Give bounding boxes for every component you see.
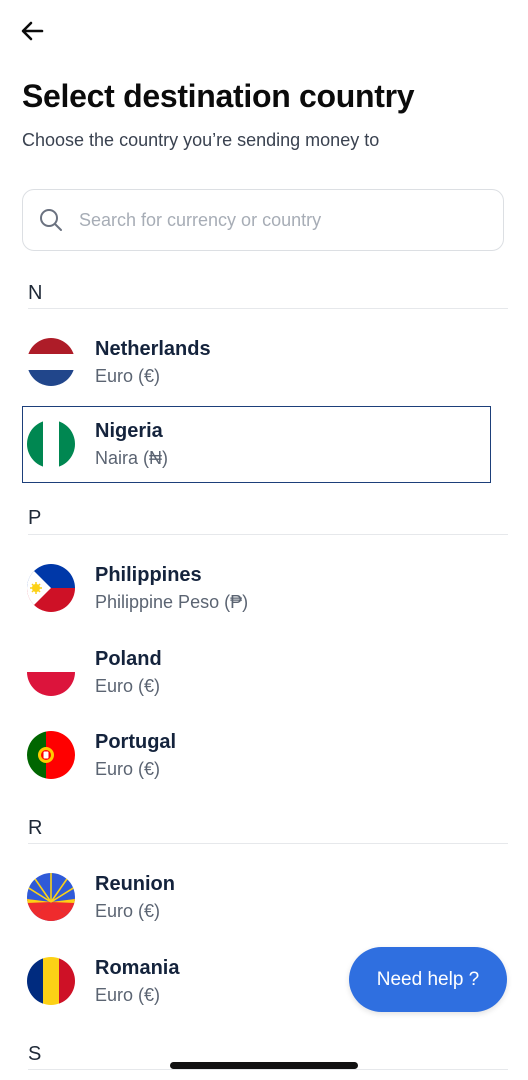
country-name: Poland [95,648,162,670]
back-arrow-icon[interactable] [20,18,46,44]
section-header-r: R [28,817,43,839]
country-name: Philippines [95,564,202,586]
page-subtitle: Choose the country you’re sending money … [22,130,380,150]
country-name: Netherlands [95,338,211,360]
page-title: Select destination country [22,78,415,114]
country-name: Portugal [95,731,177,753]
currency-name: Euro (€) [95,759,161,779]
country-name: Reunion [95,873,175,895]
country-row-portugal[interactable]: Portugal Euro (€) [22,717,492,793]
section-header-n: N [28,282,43,304]
section-divider [28,1069,508,1070]
section-divider [28,308,508,309]
poland-flag-icon [27,648,75,696]
search-input[interactable] [77,208,461,232]
netherlands-flag-icon [27,338,75,386]
currency-name: Euro (€) [95,985,161,1005]
search-icon [40,209,62,231]
portugal-flag-icon [27,731,75,779]
currency-name: Euro (€) [95,366,161,386]
section-header-p: P [28,507,42,529]
country-row-philippines[interactable]: Philippines Philippine Peso (₱) [22,550,492,626]
need-help-button[interactable]: Need help ? [349,947,507,1012]
nigeria-flag-icon [27,420,75,468]
section-divider [28,534,508,535]
section-header-s: S [28,1043,42,1065]
country-row-nigeria[interactable]: Nigeria Naira (₦) [22,406,491,483]
currency-name: Euro (€) [95,676,161,696]
currency-name: Naira (₦) [95,448,169,468]
country-row-netherlands[interactable]: Netherlands Euro (€) [22,324,492,400]
country-name: Nigeria [95,420,163,442]
currency-name: Philippine Peso (₱) [95,592,249,612]
romania-flag-icon [27,957,75,1005]
reunion-flag-icon [27,873,75,921]
country-row-poland[interactable]: Poland Euro (€) [22,634,492,710]
home-indicator [170,1062,358,1069]
country-name: Romania [95,957,180,979]
currency-name: Euro (€) [95,901,161,921]
search-box[interactable] [22,189,504,251]
section-divider [28,843,508,844]
country-row-reunion[interactable]: Reunion Euro (€) [22,859,492,935]
philippines-flag-icon [27,564,75,612]
